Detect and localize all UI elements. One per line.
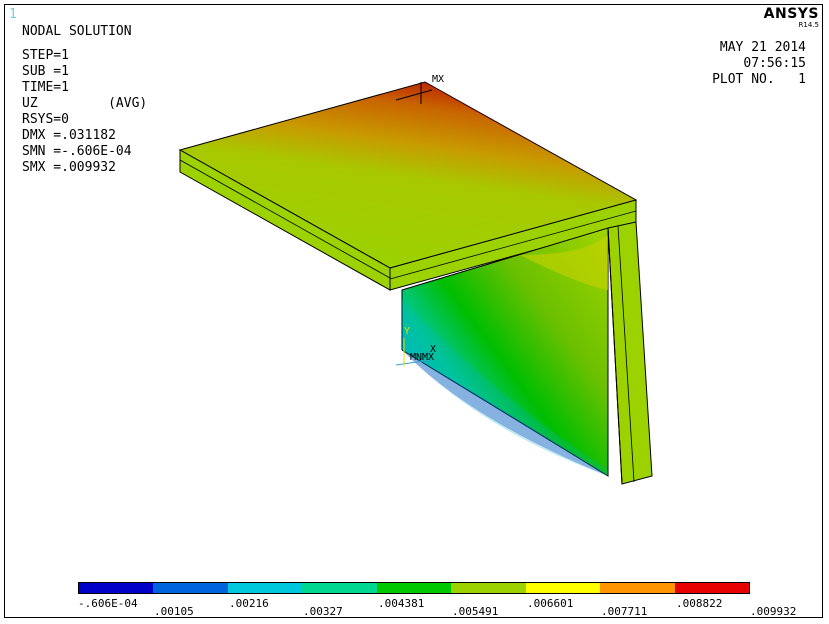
fe-model-contour-plot: MX Y X MN MX: [178, 74, 653, 485]
max-marker-top: MX: [432, 74, 444, 85]
legend-swatch-5: [376, 583, 452, 593]
contour-legend-bar: [78, 582, 750, 594]
min-marker: MN: [410, 352, 422, 363]
legend-tick-7: .006601: [527, 597, 574, 610]
legend-tick-2: .00105: [154, 605, 194, 618]
legend-swatch-4: [302, 583, 377, 593]
legend-swatch-9: [674, 583, 749, 593]
legend-tick-1: -.606E-04: [78, 597, 138, 610]
legend-swatch-3: [227, 583, 303, 593]
legend-tick-3: .00216: [229, 597, 269, 610]
legend-tick-5: .004381: [378, 597, 425, 610]
legend-swatch-7: [525, 583, 601, 593]
legend-swatch-1: [79, 583, 154, 593]
legend-swatch-6: [451, 583, 526, 593]
legend-tick-9: .008822: [676, 597, 723, 610]
legend-swatch-2: [153, 583, 228, 593]
legend-swatch-8: [600, 583, 675, 593]
legend-tick-6: .005491: [452, 605, 499, 618]
legend-tick-8: .007711: [601, 605, 648, 618]
axis-y-label: Y: [404, 326, 410, 337]
legend-tick-10: .009932: [750, 605, 797, 618]
max-marker-bottom: MX: [422, 352, 434, 363]
legend-tick-4: .00327: [303, 605, 343, 618]
